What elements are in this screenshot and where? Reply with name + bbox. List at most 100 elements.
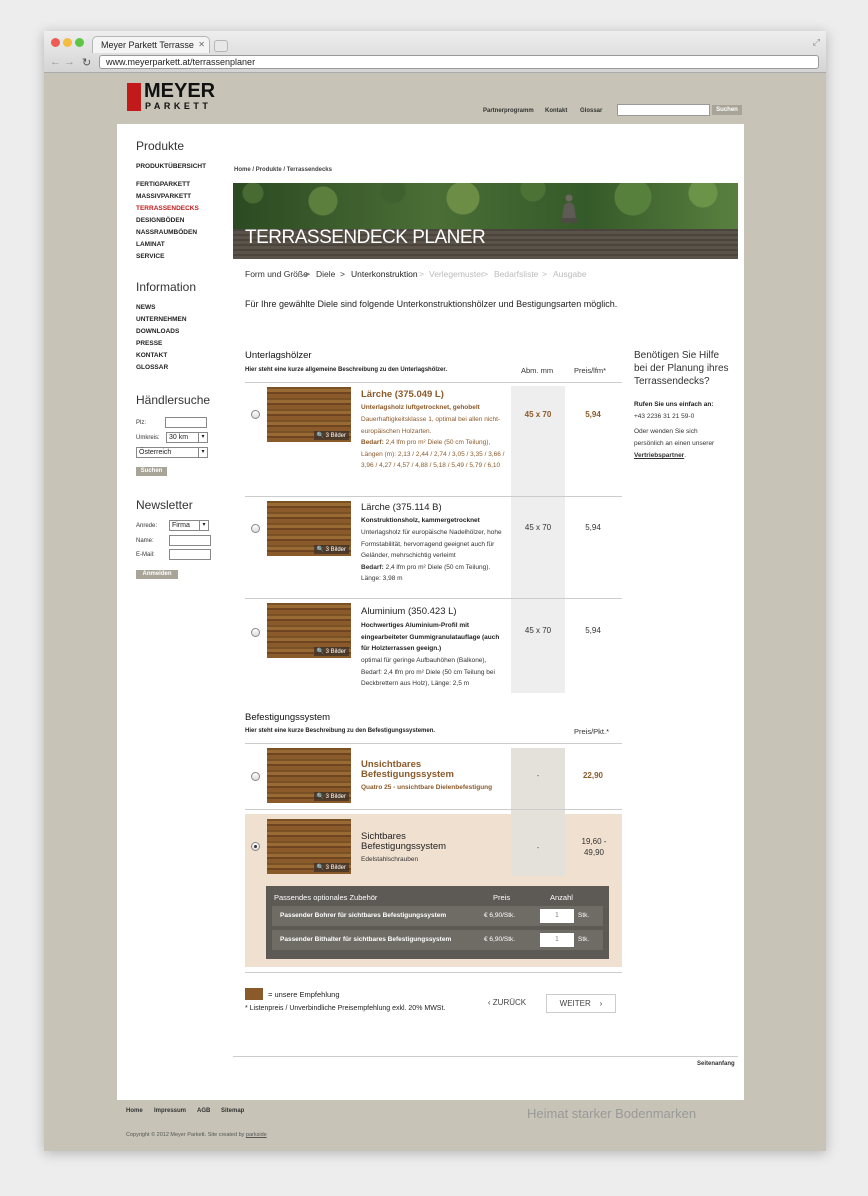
breadcrumb-home[interactable]: Home	[234, 167, 251, 173]
breadcrumb-separator: /	[252, 167, 255, 173]
divider	[233, 1056, 738, 1057]
col-price-pkt: Preis/Pkt.*	[574, 727, 610, 736]
copyright-text: Copyright © 2012 Meyer Parkett. Site cre…	[126, 1132, 245, 1138]
sidebar-item-designboeden[interactable]: DESIGNBÖDEN	[136, 217, 184, 224]
radio-befestigung-2[interactable]	[251, 842, 260, 851]
step-form-und-groesse[interactable]: Form und Größe	[245, 269, 308, 279]
product-subtitle: Quatro 25 - unsichtbare Dielenbefestigun…	[361, 784, 493, 791]
step-verlegemuster[interactable]: Verlegemuster	[429, 269, 484, 279]
sidebar-item-downloads[interactable]: DOWNLOADS	[136, 328, 179, 335]
close-window-icon[interactable]	[51, 38, 60, 47]
sidebar-item-unternehmen[interactable]: UNTERNEHMEN	[136, 316, 187, 323]
sidebar-item-produktuebersicht[interactable]: PRODUKTÜBERSICHT	[136, 163, 206, 170]
gallery-button[interactable]: 🔍 3 Bilder	[313, 647, 349, 656]
price-value: 5,94	[585, 410, 601, 419]
accessory-price: € 6,90/Stk.	[484, 912, 516, 919]
step-bedarfsliste[interactable]: Bedarfsliste	[494, 269, 538, 279]
footnote: * Listenpreis / Unverbindliche Preisempf…	[245, 1005, 446, 1012]
breadcrumb-produkte[interactable]: Produkte	[256, 167, 282, 173]
tab-close-icon[interactable]: ✕	[198, 37, 205, 53]
sidebar-item-service[interactable]: SERVICE	[136, 253, 164, 260]
plz-input[interactable]	[165, 417, 207, 428]
newsletter-name-input[interactable]	[169, 535, 211, 546]
url-bar[interactable]: www.meyerparkett.at/terrassenplaner	[99, 55, 819, 69]
product-thumbnail[interactable]: 🔍 3 Bilder	[267, 387, 351, 442]
divider	[245, 496, 622, 497]
next-button[interactable]: WEITER ›	[546, 994, 616, 1013]
vertriebspartner-link[interactable]: Vertriebspartner	[634, 452, 684, 459]
footer-impressum[interactable]: Impressum	[154, 1108, 186, 1114]
browser-window: Meyer Parkett Terrasse ✕ ← → ↻ www.meyerp…	[44, 31, 826, 1151]
sidebar-item-fertigparkett[interactable]: FERTIGPARKETT	[136, 181, 190, 188]
back-button[interactable]: ‹ ZURÜCK	[482, 994, 532, 1013]
next-label: WEITER	[559, 999, 591, 1008]
sidebar-item-terrassendecks[interactable]: TERRASSENDECKS	[136, 205, 199, 212]
reload-icon[interactable]: ↻	[82, 56, 91, 69]
gallery-button[interactable]: 🔍 3 Bilder	[313, 545, 349, 554]
gallery-label: 3 Bilder	[325, 649, 346, 655]
top-search-input[interactable]	[617, 104, 710, 116]
accessory-qty-input[interactable]: 1	[540, 933, 574, 947]
anrede-select[interactable]: Firma ▾	[169, 520, 209, 531]
newsletter-submit-button[interactable]: Anmelden	[136, 570, 178, 579]
browser-tab[interactable]: Meyer Parkett Terrasse ✕	[92, 36, 210, 53]
help-phone: +43 2236 31 21 59-0	[634, 413, 695, 420]
product-subtitle: Konstruktionsholz, kammergetrocknet	[361, 517, 480, 524]
sidebar-item-laminat[interactable]: LAMINAT	[136, 241, 165, 248]
step-unterkonstruktion[interactable]: Unterkonstruktion	[351, 269, 418, 279]
step-diele[interactable]: Diele	[316, 269, 335, 279]
accessory-name: Passender Bithalter für sichtbares Befes…	[280, 936, 452, 943]
accessory-qty-input[interactable]: 1	[540, 909, 574, 923]
browser-chrome: Meyer Parkett Terrasse ✕ ← → ↻ www.meyerp…	[44, 31, 826, 73]
product-thumbnail[interactable]: 🔍 3 Bilder	[267, 748, 351, 803]
sidebar-item-nassraumboeden[interactable]: NASSRAUMBÖDEN	[136, 229, 197, 236]
radio-unterlag-1[interactable]	[251, 410, 260, 419]
footer-home[interactable]: Home	[126, 1108, 143, 1114]
product-thumbnail[interactable]: 🔍 3 Bilder	[267, 501, 351, 556]
sidebar-item-news[interactable]: NEWS	[136, 304, 156, 311]
seitenanfang-link[interactable]: Seitenanfang	[697, 1061, 735, 1067]
divider	[245, 382, 622, 383]
sidebar-item-glossar[interactable]: GLOSSAR	[136, 364, 168, 371]
product-description: Dauerhaftigkeitsklasse 1, optimal bei al…	[361, 414, 509, 472]
sidebar-item-presse[interactable]: PRESSE	[136, 340, 162, 347]
forward-arrow-icon[interactable]: →	[64, 56, 75, 68]
gallery-button[interactable]: 🔍 3 Bilder	[313, 431, 349, 440]
minimize-window-icon[interactable]	[63, 38, 72, 47]
logo-sub: PARKETT	[145, 101, 212, 111]
help-call-label: Rufen Sie uns einfach an:	[634, 401, 714, 408]
footer-agb[interactable]: AGB	[197, 1108, 210, 1114]
product-description: optimal für geringe Aufbauhöhen (Balkone…	[361, 657, 495, 687]
parkside-link[interactable]: parkside	[246, 1132, 267, 1138]
topnav-kontakt[interactable]: Kontakt	[545, 108, 567, 114]
back-arrow-icon[interactable]: ←	[50, 56, 61, 68]
maximize-window-icon[interactable]	[75, 38, 84, 47]
product-title: Aluminium (350.423 L)	[361, 606, 457, 617]
product-thumbnail[interactable]: 🔍 3 Bilder	[267, 819, 351, 874]
sidebar-item-kontakt[interactable]: KONTAKT	[136, 352, 167, 359]
country-select[interactable]: Österreich ▾	[136, 447, 208, 458]
top-search-button[interactable]: Suchen	[712, 105, 742, 115]
radio-unterlag-2[interactable]	[251, 524, 260, 533]
product-desc-text: Unterlagsholz für europäische Nadelhölze…	[361, 529, 502, 559]
breadcrumb-current: Terrassendecks	[286, 167, 332, 173]
accessory-unit: Stk.	[578, 912, 590, 919]
radio-befestigung-1[interactable]	[251, 772, 260, 781]
fullscreen-icon[interactable]: ⤢	[813, 37, 820, 48]
radio-unterlag-3[interactable]	[251, 628, 260, 637]
step-ausgabe[interactable]: Ausgabe	[553, 269, 587, 279]
sidebar-item-massivparkett[interactable]: MASSIVPARKETT	[136, 193, 191, 200]
dealer-search-button[interactable]: Suchen	[136, 467, 167, 476]
new-tab-button[interactable]	[214, 40, 228, 52]
topnav-glossar[interactable]: Glossar	[580, 108, 602, 114]
logo-name: MEYER	[144, 80, 216, 102]
footer-sitemap[interactable]: Sitemap	[221, 1108, 244, 1114]
gallery-button[interactable]: 🔍 3 Bilder	[313, 792, 349, 801]
help-text-body: Oder wenden Sie sich persönlich an einen…	[634, 428, 715, 447]
gallery-button[interactable]: 🔍 3 Bilder	[313, 863, 349, 872]
newsletter-email-input[interactable]	[169, 549, 211, 560]
umkreis-select[interactable]: 30 km ▾	[166, 432, 208, 443]
product-thumbnail[interactable]: 🔍 3 Bilder	[267, 603, 351, 658]
divider	[245, 743, 622, 744]
topnav-partnerprogramm[interactable]: Partnerprogramm	[483, 108, 534, 114]
